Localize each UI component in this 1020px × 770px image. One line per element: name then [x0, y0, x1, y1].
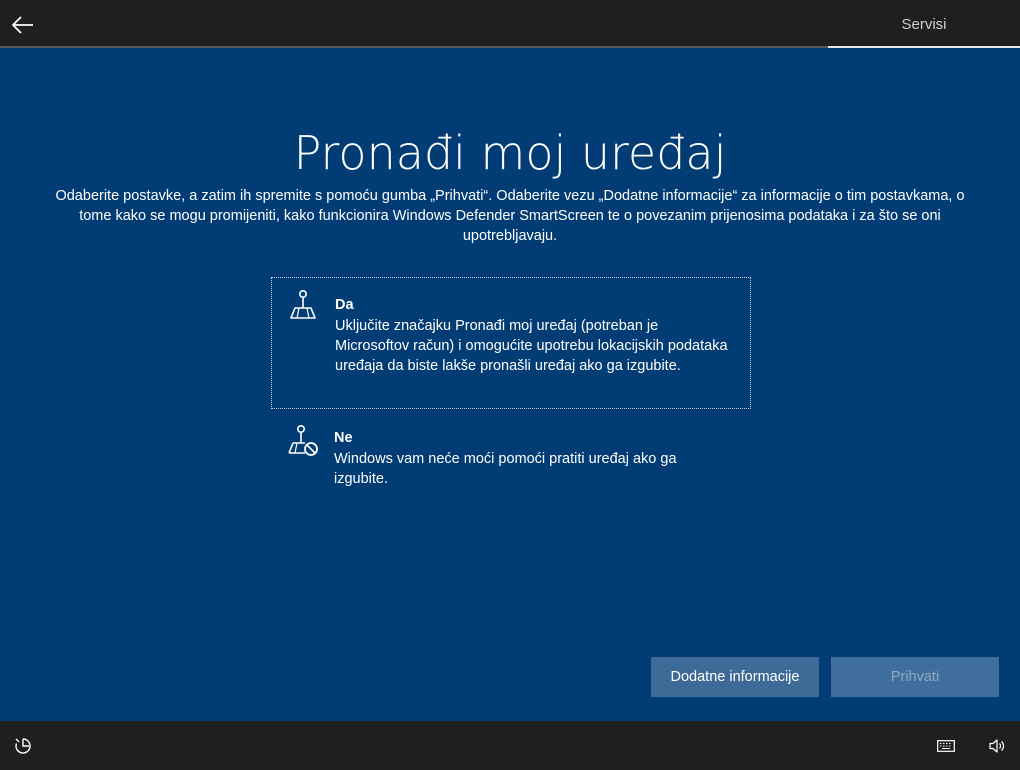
ease-of-access-button[interactable] [12, 735, 34, 757]
option-yes[interactable]: Da Uključite značajku Pronađi moj uređaj… [271, 277, 751, 409]
option-no[interactable]: Ne Windows vam neće moći pomoći pratiti … [271, 413, 751, 493]
bottom-bar [0, 721, 1020, 770]
more-info-button[interactable]: Dodatne informacije [651, 657, 819, 697]
map-pin-blocked-icon [288, 424, 318, 456]
main-panel: Pronađi moj uređaj Odaberite postavke, a… [0, 48, 1020, 721]
back-arrow-icon [12, 16, 33, 34]
tab-services-label: Servisi [901, 15, 947, 33]
option-no-title: Ne [334, 430, 353, 446]
top-bar: Servisi [0, 0, 1020, 48]
back-button[interactable] [6, 8, 40, 42]
keyboard-button[interactable] [935, 735, 957, 757]
map-pin-icon [290, 289, 316, 319]
ease-of-access-icon [15, 738, 31, 754]
keyboard-icon [937, 740, 955, 752]
accept-button[interactable]: Prihvati [831, 657, 999, 697]
page-title: Pronađi moj uređaj [293, 126, 727, 180]
page-description: Odaberite postavke, a zatim ih spremite … [55, 188, 965, 244]
volume-button[interactable] [986, 735, 1008, 757]
option-yes-description: Uključite značajku Pronađi moj uređaj (p… [335, 318, 728, 374]
option-yes-title: Da [335, 297, 354, 313]
option-no-description: Windows vam neće moći pomoći pratiti ure… [334, 451, 677, 487]
volume-icon [989, 739, 1005, 753]
tab-services[interactable]: Servisi [828, 0, 1020, 48]
